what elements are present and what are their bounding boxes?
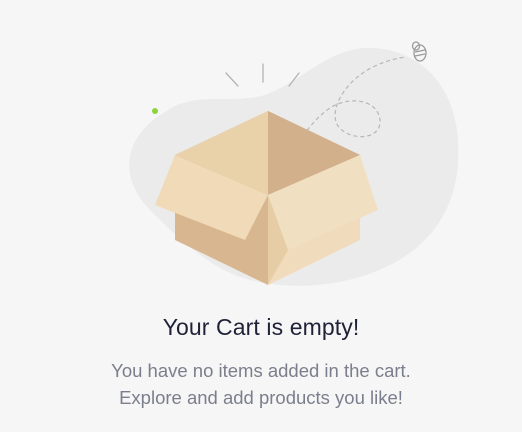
empty-cart-title: Your Cart is empty! xyxy=(162,314,360,340)
empty-cart-message-line-1: You have no items added in the cart. xyxy=(111,360,411,381)
empty-cart-message-line-2: Explore and add products you like! xyxy=(119,387,403,408)
empty-cart-illustration xyxy=(129,41,459,286)
empty-cart-message: You have no items added in the cart. Exp… xyxy=(0,357,522,411)
bee-icon xyxy=(411,41,427,62)
empty-cart-page: Your Cart is empty! You have no items ad… xyxy=(0,0,522,432)
sparkle-lines xyxy=(225,63,300,87)
accent-dot xyxy=(152,108,158,114)
